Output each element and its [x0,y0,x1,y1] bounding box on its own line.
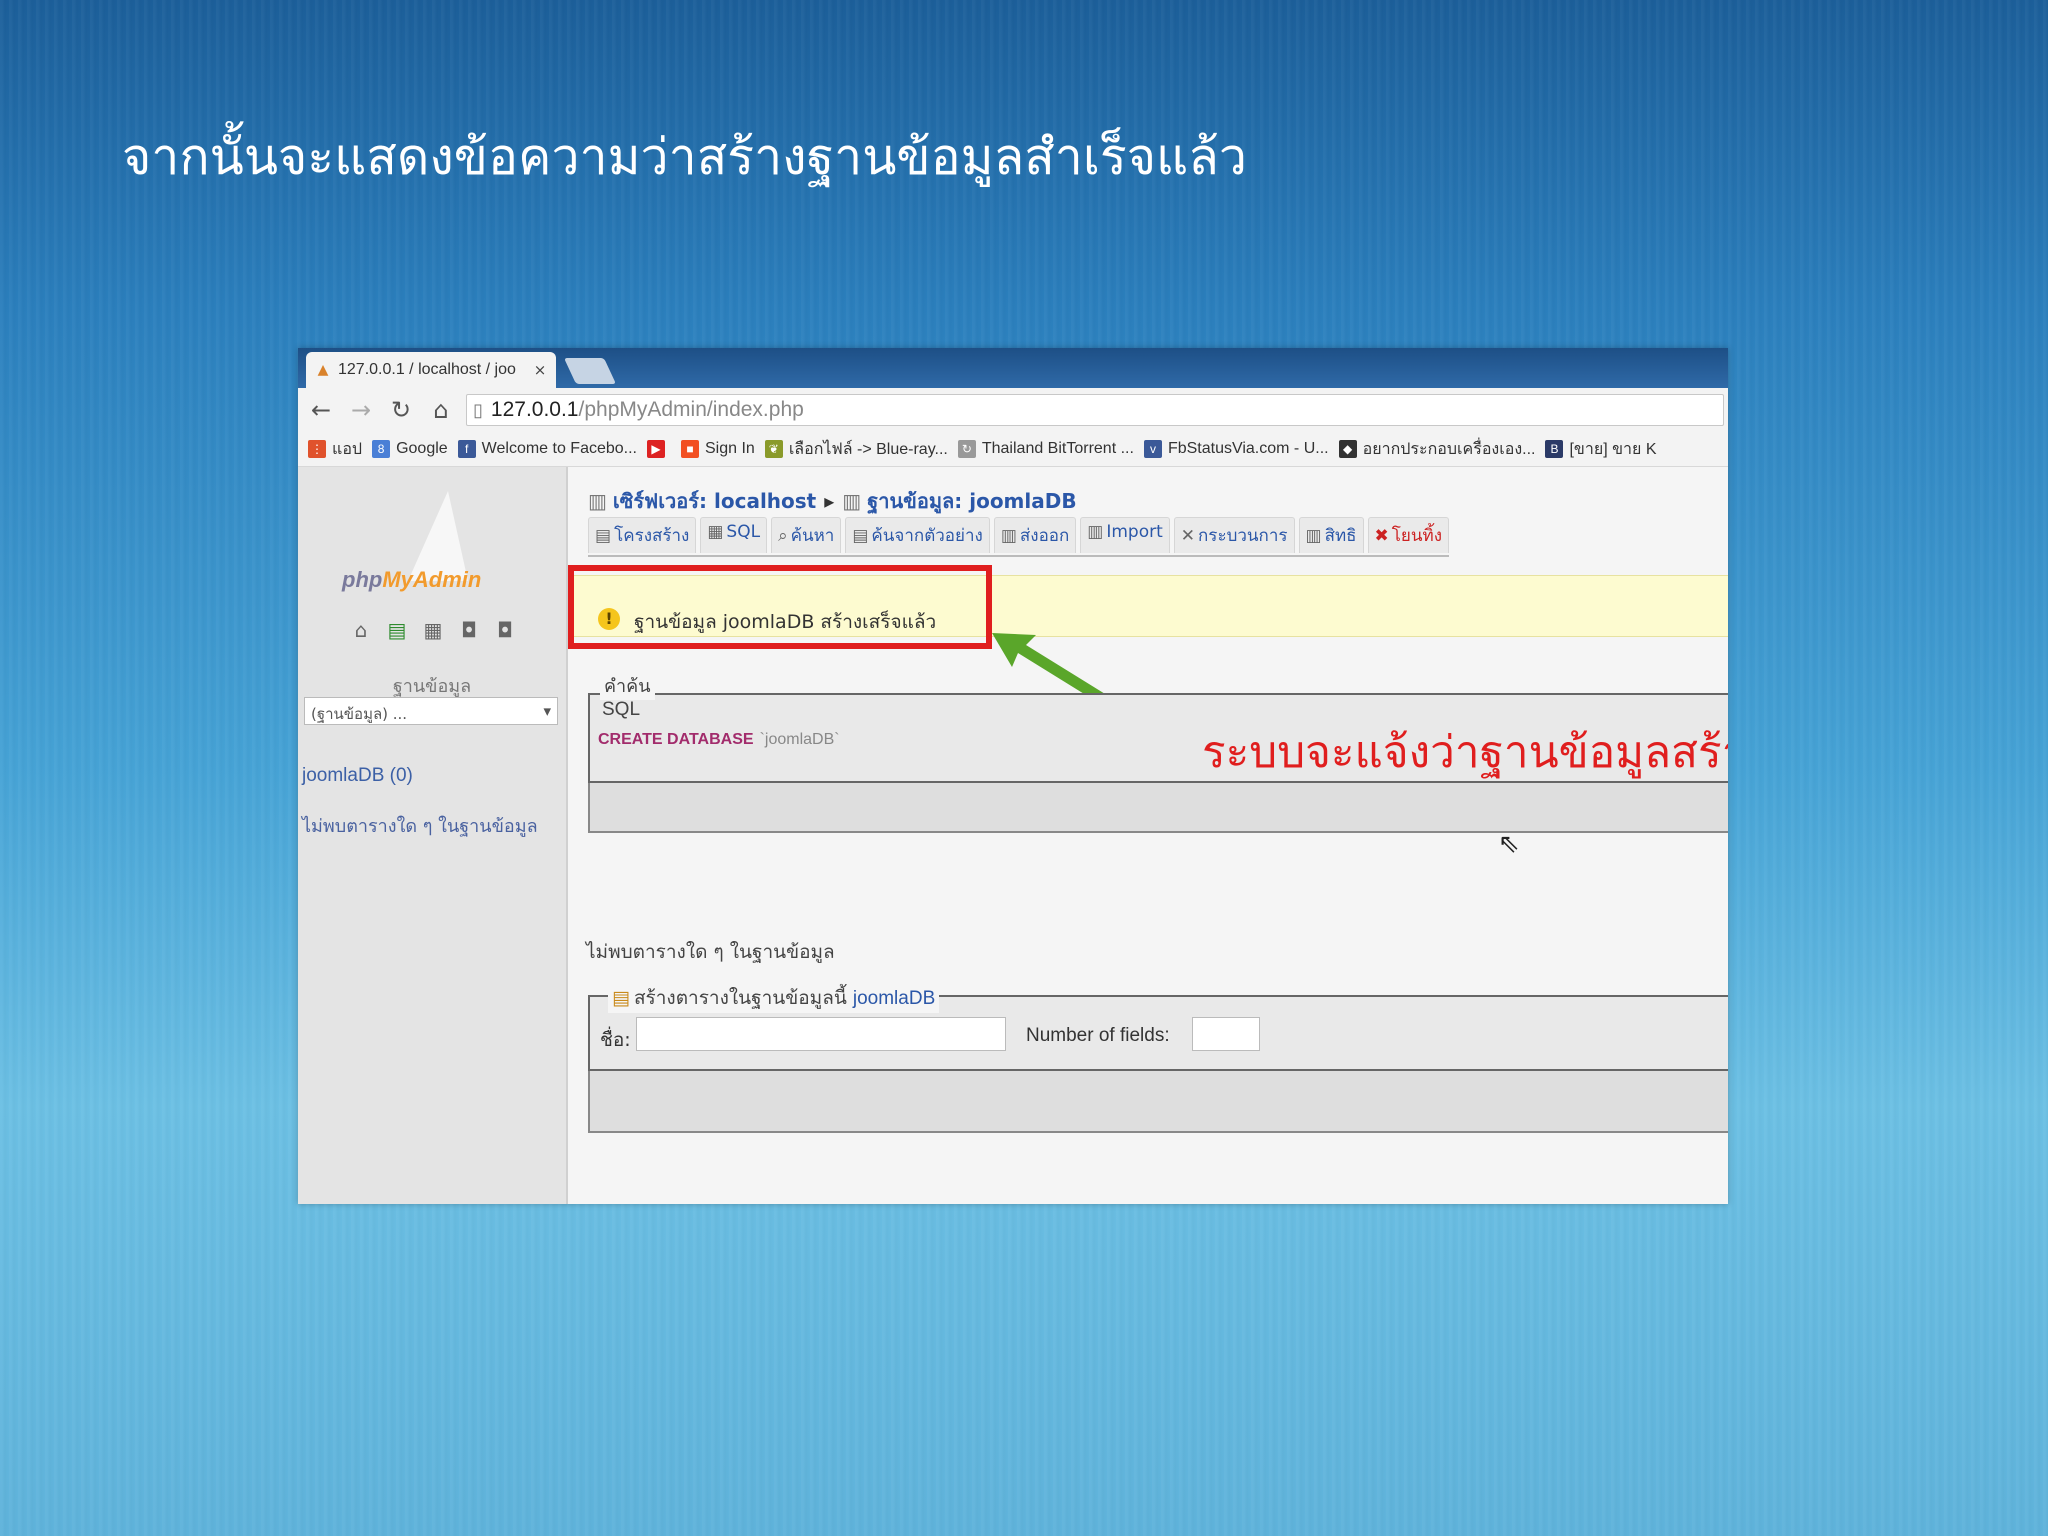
tab-search[interactable]: ⌕ ค้นหา [771,517,842,553]
leaf-icon: ❦ [764,440,783,458]
url-host: 127.0.0.1 [490,398,579,421]
breadcrumb-server[interactable]: เซิร์ฟเวอร์: localhost [613,489,816,513]
bookmark-google[interactable]: 8 Google [372,440,448,458]
browser-tab-bar: ▲ 127.0.0.1 / localhost / joo × [298,348,1728,388]
pma-tabs: ▤ โครงสร้าง ▦ SQL ⌕ ค้นหา ▤ ค้นจากตัวอย่าง ▥… [588,517,1450,557]
create-table-legend: ▤ สร้างตารางในฐานข้อมูลนี้ joomlaDB [608,983,940,1013]
tab-structure[interactable]: ▤ โครงสร้าง [588,517,697,553]
bookmarks-bar: ⋮ แอป 8 Google f Welcome to Facebo... ▶ ■ Si… [298,432,1728,467]
sidebar-no-tables-note: ไม่พบตารางใด ๆ ในฐานข้อมูล [302,816,538,837]
drop-icon: ✖ [1374,526,1389,546]
torrent-icon: ↻ [957,440,976,458]
tab-query[interactable]: ▤ ค้นจากตัวอย่าง [845,517,990,553]
bookmark-youtube[interactable]: ▶ [647,440,671,458]
sql-query-text: CREATE DATABASE `joomlaDB` [598,731,840,748]
search-icon: ⌕ [778,526,788,546]
browser-toolbar: ← → ↻ ⌂ ▯ 127.0.0.1/phpMyAdmin/index.php [298,388,1728,432]
tab-operations[interactable]: ✕ กระบวนการ [1173,517,1295,553]
sql-label: SQL [602,699,641,720]
create-table-footer [588,1071,1728,1133]
mouse-cursor-icon: ⇖ [1498,829,1520,859]
blogger-icon: B [1545,440,1564,458]
google-icon: 8 [372,440,391,458]
reload-icon[interactable]: ↻ [384,393,418,427]
table-name-label: ชื่อ: [600,1029,631,1051]
browser-tab[interactable]: ▲ 127.0.0.1 / localhost / joo × [306,352,556,388]
pma-sidebar: phpMyAdmin ⌂ ▤ ▦ ◘ ◘ ฐานข้อมูล (ฐานข้อมู… [298,467,569,1204]
tab-import[interactable]: ▥ Import [1080,517,1170,553]
tab-drop[interactable]: ✖ โยนทิ้ง [1367,517,1450,553]
help-icon[interactable]: ◘ [492,617,518,643]
pma-logo[interactable]: phpMyAdmin [342,567,481,593]
tab-sql[interactable]: ▦ SQL [700,517,768,553]
database-label: ฐานข้อมูล [392,676,472,697]
pma-main: ▥ เซิร์ฟเวอร์: localhost ▸ ▥ ฐานข้อมูล: joom… [568,467,1728,1204]
breadcrumb: ▥ เซิร์ฟเวอร์: localhost ▸ ▥ ฐานข้อมูล: joom… [588,485,1077,517]
new-tab-button[interactable] [563,358,617,384]
via-icon: v [1143,440,1162,458]
import-icon: ▥ [1087,522,1104,542]
breadcrumb-separator-icon: ▸ [824,489,835,513]
database-icon: ▥ [842,489,862,513]
home-icon[interactable]: ⌂ [348,617,374,643]
address-bar[interactable]: ▯ 127.0.0.1/phpMyAdmin/index.php [466,394,1724,426]
new-table-icon: ▤ [612,987,630,1009]
bookmark-fbstatusvia[interactable]: v FbStatusVia.com - U... [1143,440,1329,458]
url-path: /phpMyAdmin/index.php [578,398,804,421]
bookmark-build-pc[interactable]: ◆ อยากประกอบเครื่องเอง... [1338,437,1535,462]
sql-icon[interactable]: ▦ [420,617,446,643]
query-legend: คำค้น [600,671,655,700]
home-icon[interactable]: ⌂ [424,393,458,427]
pma-favicon-icon: ▲ [317,362,329,378]
close-tab-icon[interactable]: × [532,361,548,379]
youtube-icon: ▶ [647,440,665,458]
docs-icon[interactable]: ◘ [456,617,482,643]
pma-quick-icons: ⌂ ▤ ▦ ◘ ◘ [348,617,518,643]
facebook-icon: f [457,440,476,458]
bookmark-thailand-bittorrent[interactable]: ↻ Thailand BitTorrent ... [957,440,1134,458]
export-icon: ▥ [1000,526,1017,546]
bookmark-blueray[interactable]: ❦ เลือกไฟล์ -> Blue-ray... [764,437,948,462]
bookmark-sign-in[interactable]: ■ Sign In [681,440,755,458]
browser-screenshot: ▲ 127.0.0.1 / localhost / joo × ← → ↻ ⌂ … [298,348,1728,1204]
page-icon: ▯ [473,399,483,420]
tab-privileges[interactable]: ▥ สิทธิ [1298,517,1364,553]
dropdown-arrow-icon: ▾ [543,702,551,720]
success-notice: ฐานข้อมูล joomlaDB สร้างเสร็จแล้ว [634,611,937,633]
database-select[interactable]: (ฐานข้อมูล) ... ▾ [304,697,558,725]
wrench-icon: ✕ [1180,526,1196,546]
slide-title: จากนั้นจะแสดงข้อความว่าสร้างฐานข้อมูลสำเ… [122,128,1247,186]
tab-export[interactable]: ▥ ส่งออก [993,517,1077,553]
diamond-icon: ◆ [1338,440,1357,458]
table-name-input[interactable] [636,1017,1006,1051]
bookmark-facebook[interactable]: f Welcome to Facebo... [457,440,637,458]
info-icon: ! [598,608,620,630]
bookmark-apps[interactable]: ⋮ แอป [308,437,362,462]
server-icon: ▥ [588,489,607,513]
number-of-fields-label: Number of fields: [1026,1025,1170,1046]
bookmark-sale[interactable]: B [ขาย] ขาย K [1545,437,1657,462]
privileges-icon: ▥ [1305,526,1322,546]
query-icon: ▤ [852,526,869,546]
number-of-fields-input[interactable] [1192,1017,1260,1051]
sidebar-db-link[interactable]: joomlaDB (0) [302,765,413,787]
apps-icon: ⋮ [308,440,326,458]
no-tables-message: ไม่พบตารางใด ๆ ในฐานข้อมูล [586,941,835,963]
query-footer [588,783,1728,833]
forward-arrow-icon[interactable]: → [344,393,378,427]
sql-icon: ▦ [707,522,724,542]
tab-title: 127.0.0.1 / localhost / joo [338,361,516,378]
annotation-text: ระบบจะแจ้งว่าฐานข้อมูลสร้างเสร็จแล้ว [1202,727,1728,778]
windows-icon: ■ [681,440,699,458]
back-arrow-icon[interactable]: ← [304,393,338,427]
structure-icon: ▤ [595,526,612,546]
table-icon[interactable]: ▤ [384,617,410,643]
breadcrumb-database[interactable]: ฐานข้อมูล: joomlaDB [867,489,1076,513]
